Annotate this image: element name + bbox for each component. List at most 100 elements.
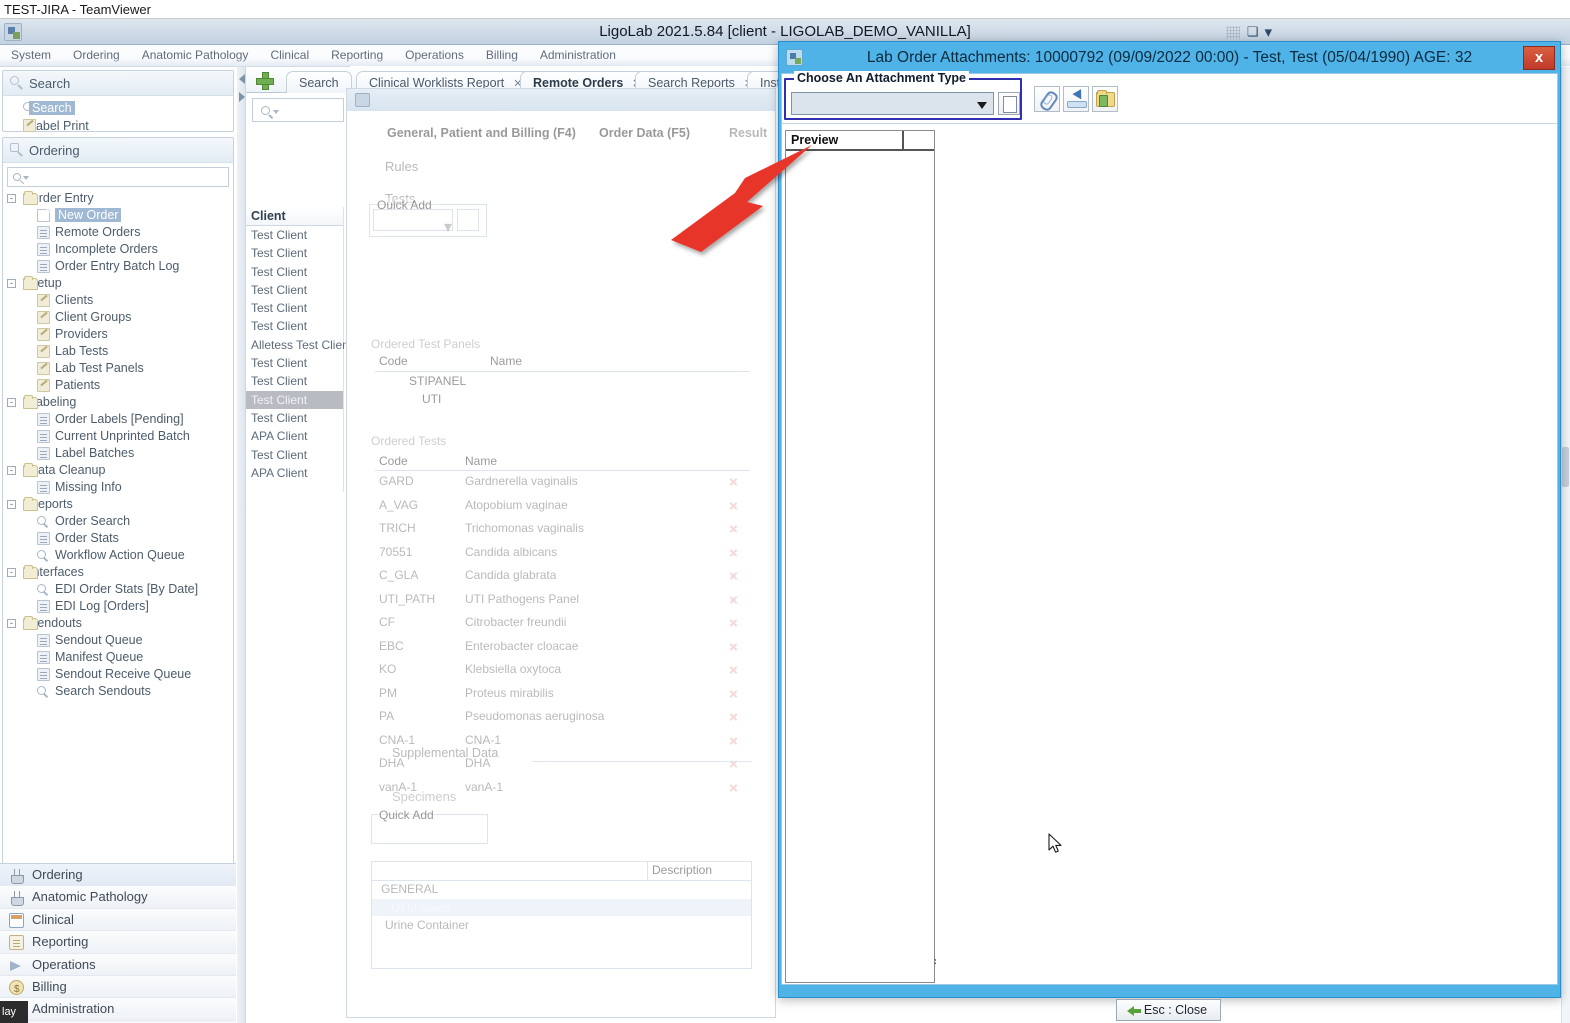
- tree-item-lab-tests[interactable]: Lab Tests: [3, 343, 233, 360]
- dialog-footer: Esc : Close: [784, 999, 1561, 1023]
- tree-expander-icon[interactable]: -: [7, 194, 16, 203]
- open-folder-button[interactable]: [1092, 86, 1118, 112]
- tree-expander-icon[interactable]: -: [7, 500, 16, 509]
- module-nav-list[interactable]: Ordering Anatomic Pathology Clinical Report…: [0, 863, 236, 1023]
- plus-icon[interactable]: [256, 72, 274, 90]
- tree-item-lab-test-panels[interactable]: Lab Test Panels: [3, 360, 233, 377]
- tree-item-providers[interactable]: Providers: [3, 326, 233, 343]
- client-row[interactable]: Test Client: [246, 299, 343, 317]
- menu-item-operations[interactable]: Operations: [394, 45, 475, 66]
- tree-item-sendout-queue[interactable]: Sendout Queue: [3, 632, 233, 649]
- module-billing[interactable]: Billing: [0, 975, 236, 1001]
- menu-item-administration[interactable]: Administration: [529, 45, 627, 66]
- tree-item-data-cleanup[interactable]: - Data Cleanup: [3, 462, 233, 479]
- tree-item-reports[interactable]: - Reports: [3, 496, 233, 513]
- tree-item-order-entry[interactable]: - Order Entry: [3, 190, 233, 207]
- client-row[interactable]: Test Client: [246, 390, 343, 409]
- attachment-type-select[interactable]: [791, 92, 994, 115]
- expand-right-icon[interactable]: [239, 92, 245, 102]
- tree-item-new-order[interactable]: New Order: [3, 207, 233, 224]
- client-row[interactable]: Test Client: [246, 446, 343, 464]
- module-ordering[interactable]: Ordering: [0, 864, 236, 887]
- sidebar-item-label-print[interactable]: Label Print: [3, 117, 233, 135]
- tab-search[interactable]: Search: [286, 71, 352, 93]
- tree-item-search-sendouts[interactable]: Search Sendouts: [3, 683, 233, 700]
- menu-item-billing[interactable]: Billing: [475, 45, 529, 66]
- tree-item-edi-log-orders[interactable]: EDI Log [Orders]: [3, 598, 233, 615]
- window-controls[interactable]: ❑ ▾: [1225, 21, 1272, 43]
- collapse-left-icon[interactable]: [239, 74, 245, 84]
- ghost-test-code: CNA-1: [379, 732, 416, 747]
- module-anatomic-pathology[interactable]: Anatomic Pathology: [0, 886, 236, 909]
- client-row[interactable]: Test Client: [246, 281, 343, 299]
- tree-item-client-groups[interactable]: Client Groups: [3, 309, 233, 326]
- tree-expander-icon[interactable]: -: [7, 466, 16, 475]
- tree-item-patients[interactable]: Patients: [3, 377, 233, 394]
- close-dialog-button[interactable]: x: [1523, 46, 1555, 70]
- attach-file-button[interactable]: [1034, 86, 1060, 112]
- tree-expander-icon[interactable]: -: [7, 398, 16, 407]
- sidebar-item-search[interactable]: Search: [3, 99, 233, 117]
- client-row[interactable]: Test Client: [246, 244, 343, 262]
- chevron-down-icon[interactable]: ▾: [1264, 23, 1272, 41]
- tree-item-order-labels-pending[interactable]: Order Labels [Pending]: [3, 411, 233, 428]
- sidebar-filter-input[interactable]: [7, 167, 229, 187]
- tree-item-manifest-queue[interactable]: Manifest Queue: [3, 649, 233, 666]
- module-reporting[interactable]: Reporting: [0, 931, 236, 954]
- tree-item-incomplete-orders[interactable]: Incomplete Orders: [3, 241, 233, 258]
- tree-item-order-stats[interactable]: Order Stats: [3, 530, 233, 547]
- client-row[interactable]: Alletess Test Client: [246, 336, 352, 354]
- tree-item-current-unprinted-batch[interactable]: Current Unprinted Batch: [3, 428, 233, 445]
- module-clinical[interactable]: Clinical: [0, 908, 236, 932]
- tree-item-clients[interactable]: Clients: [3, 292, 233, 309]
- remove-test-icon: [729, 548, 738, 557]
- client-rows[interactable]: Test Client Test Client Test Client Test Cl…: [246, 226, 352, 482]
- document-picker-icon[interactable]: [998, 92, 1020, 115]
- page-scrollbar[interactable]: [1561, 67, 1570, 1023]
- tree-item-interfaces[interactable]: - Interfaces: [3, 564, 233, 581]
- tree-item-workflow-action-queue[interactable]: Workflow Action Queue: [3, 547, 233, 564]
- menu-item-system[interactable]: System: [0, 45, 62, 66]
- module-operations[interactable]: Operations: [0, 953, 236, 976]
- client-row[interactable]: APA Client: [246, 427, 343, 445]
- scan-button[interactable]: [1063, 86, 1089, 112]
- client-row[interactable]: Test Client: [246, 226, 343, 244]
- tree-expander-icon[interactable]: -: [7, 279, 16, 288]
- scrollbar-thumb[interactable]: [1562, 447, 1569, 487]
- tree-expander-icon[interactable]: -: [7, 619, 16, 628]
- client-row[interactable]: Test Client: [246, 317, 343, 335]
- tree-item-setup[interactable]: - Setup: [3, 275, 233, 292]
- esc-close-button[interactable]: Esc : Close: [1116, 999, 1221, 1021]
- ghost-test-col-name: Name: [465, 454, 498, 468]
- preview-pane[interactable]: Preview: [785, 130, 935, 983]
- client-row[interactable]: Test Client: [246, 354, 343, 372]
- tree-expander-icon[interactable]: -: [7, 568, 16, 577]
- tree-item-order-entry-batch-log[interactable]: Order Entry Batch Log: [3, 258, 233, 275]
- tree-item-order-search[interactable]: Order Search: [3, 513, 233, 530]
- chevron-down-icon[interactable]: [273, 110, 279, 114]
- client-grid[interactable]: Client Test Client Test Client Test Client…: [246, 207, 352, 492]
- tree-item-labeling[interactable]: - Labeling: [3, 394, 233, 411]
- client-row[interactable]: Test Client: [246, 372, 343, 390]
- tree-item-sendouts[interactable]: - Sendouts: [3, 615, 233, 632]
- restore-window-icon[interactable]: ❑: [1247, 24, 1259, 40]
- tree-item-label-batches[interactable]: Label Batches: [3, 445, 233, 462]
- quick-search-input[interactable]: [252, 98, 344, 122]
- menu-item-ordering[interactable]: Ordering: [62, 45, 131, 66]
- chevron-down-icon[interactable]: [977, 102, 987, 109]
- workspace-splitter[interactable]: [237, 67, 246, 1023]
- client-row[interactable]: Test Client: [246, 409, 343, 427]
- chevron-down-icon[interactable]: [23, 176, 29, 180]
- menu-item-clinical[interactable]: Clinical: [259, 45, 320, 66]
- tree-item-sendout-receive-queue[interactable]: Sendout Receive Queue: [3, 666, 233, 683]
- menu-item-anatomic-pathology[interactable]: Anatomic Pathology: [131, 45, 260, 66]
- tree-item-edi-order-stats-by-date[interactable]: EDI Order Stats [By Date]: [3, 581, 233, 598]
- attachment-viewer-pane[interactable]: [936, 130, 1555, 983]
- tree-item-remote-orders[interactable]: Remote Orders: [3, 224, 233, 241]
- client-row[interactable]: APA Client: [246, 464, 343, 482]
- tree-item-missing-info[interactable]: Missing Info: [3, 479, 233, 496]
- menu-item-reporting[interactable]: Reporting: [320, 45, 394, 66]
- tree-item-label: Order Entry Batch Log: [55, 259, 180, 273]
- module-administration[interactable]: Administration: [0, 998, 236, 1021]
- client-row[interactable]: Test Client: [246, 263, 343, 281]
